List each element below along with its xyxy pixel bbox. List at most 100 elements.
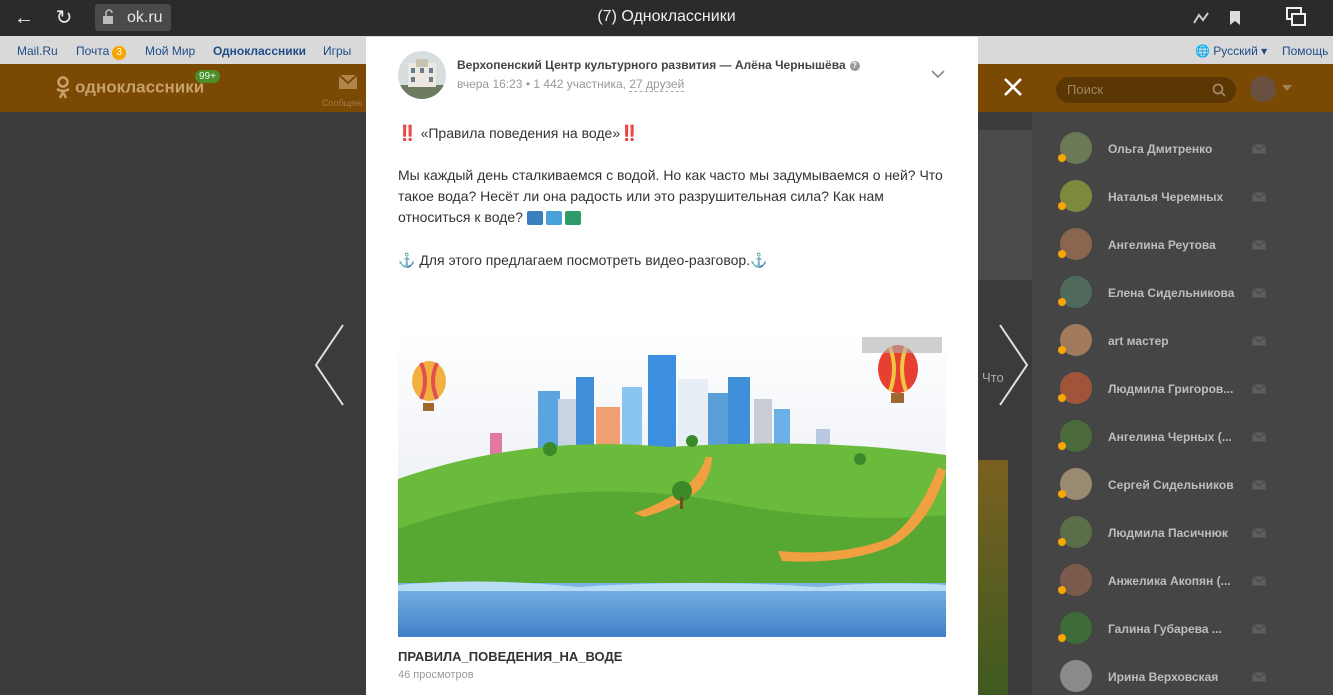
- background-image: [978, 460, 1008, 695]
- link-mail-label: Почта: [76, 44, 110, 58]
- ok-logo-text: одноклассники: [75, 77, 205, 97]
- friend-item[interactable]: Сергей Сидельников: [1032, 454, 1333, 502]
- friend-name: Сергей Сидельников: [1108, 478, 1234, 492]
- headline-text: «Правила поведения на воде»: [420, 125, 621, 141]
- message-icon[interactable]: [1252, 240, 1266, 250]
- message-icon[interactable]: [1252, 624, 1266, 634]
- group-avatar[interactable]: [398, 51, 446, 99]
- close-icon[interactable]: [1000, 74, 1026, 100]
- rowboat-emoji-icon: [526, 211, 543, 226]
- friend-item[interactable]: Галина Губарева ...: [1032, 598, 1333, 646]
- link-games[interactable]: Игры: [323, 44, 351, 58]
- user-menu-caret-icon[interactable]: [1282, 85, 1292, 91]
- friend-item[interactable]: Ольга Дмитренко: [1032, 118, 1333, 166]
- video-views: 46 просмотров: [398, 669, 474, 681]
- prev-post-arrow-icon[interactable]: [310, 322, 350, 408]
- friend-item[interactable]: Елена Сидельникова: [1032, 262, 1333, 310]
- double-exclamation-icon: ‼️: [620, 125, 639, 142]
- tab-title: (7) Одноклассники: [597, 8, 736, 25]
- video-thumbnail[interactable]: [398, 329, 946, 637]
- message-icon[interactable]: [1252, 288, 1266, 298]
- online-indicator: [1058, 346, 1066, 354]
- friend-name: Ангелина Черных (...: [1108, 430, 1232, 444]
- post-headline: ‼️ «Правила поведения на воде»‼️: [398, 123, 958, 144]
- friend-item[interactable]: Людмила Григоров...: [1032, 358, 1333, 406]
- online-indicator: [1058, 634, 1066, 642]
- next-post-arrow-icon[interactable]: [993, 322, 1033, 408]
- friend-name: Наталья Черемных: [1108, 190, 1224, 204]
- friend-name: Людмила Григоров...: [1108, 382, 1234, 396]
- friend-item[interactable]: Ангелина Реутова: [1032, 214, 1333, 262]
- friend-name: Анжелика Акопян (...: [1108, 574, 1231, 588]
- ok-logo[interactable]: одноклассники: [55, 76, 204, 100]
- message-icon[interactable]: [1252, 192, 1266, 202]
- background-card: [978, 130, 1038, 280]
- friends-sidebar: Ольга Дмитренко Наталья Черемных Ангелин…: [1032, 112, 1333, 695]
- friends-link[interactable]: 27 друзей: [629, 77, 685, 92]
- verified-icon: ?: [849, 60, 860, 71]
- message-icon[interactable]: [1252, 144, 1266, 154]
- link-mail[interactable]: Почта 3: [76, 44, 127, 60]
- site-settings-icon[interactable]: [1192, 9, 1210, 27]
- link-mailru[interactable]: Mail.Ru: [17, 44, 58, 58]
- swimmer-emoji-icon: [545, 211, 562, 226]
- message-icon[interactable]: [1252, 480, 1266, 490]
- message-icon[interactable]: [1252, 528, 1266, 538]
- link-moimir[interactable]: Мой Мир: [145, 44, 195, 58]
- message-icon[interactable]: [1252, 576, 1266, 586]
- online-indicator: [1058, 202, 1066, 210]
- paragraph-text: Мы каждый день сталкиваемся с водой. Но …: [398, 167, 943, 225]
- message-icon[interactable]: [1252, 432, 1266, 442]
- friend-item[interactable]: Ирина Верховская: [1032, 646, 1333, 694]
- online-indicator: [1058, 442, 1066, 450]
- friend-name: Людмила Пасичнюк: [1108, 526, 1228, 540]
- messages-nav-label: Сообщения: [322, 98, 362, 108]
- messages-icon[interactable]: [1285, 6, 1307, 28]
- friend-name: Ангелина Реутова: [1108, 238, 1216, 252]
- video-title[interactable]: ПРАВИЛА_ПОВЕДЕНИЯ_НА_ВОДЕ: [398, 649, 622, 664]
- friend-item[interactable]: art мастер: [1032, 310, 1333, 358]
- friend-name: Ольга Дмитренко: [1108, 142, 1213, 156]
- search-input[interactable]: Поиск: [1056, 77, 1236, 103]
- post-time: вчера 16:23: [457, 77, 523, 91]
- anchor-icon: ⚓: [398, 252, 416, 268]
- friend-name: Галина Губарева ...: [1108, 622, 1222, 636]
- online-indicator: [1058, 538, 1066, 546]
- mail-count-badge: 3: [112, 46, 127, 60]
- message-icon[interactable]: [1252, 384, 1266, 394]
- friend-item[interactable]: Ангелина Черных (...: [1032, 406, 1333, 454]
- browser-toolbar: ← ↻ ok.ru (7) Одноклассники: [0, 0, 1333, 36]
- user-avatar[interactable]: [1250, 76, 1276, 102]
- online-indicator: [1058, 490, 1066, 498]
- online-indicator: [1058, 586, 1066, 594]
- language-selector[interactable]: 🌐 Русский ▾: [1195, 44, 1267, 58]
- group-name-text: Верхопенский Центр культурного развития …: [457, 58, 846, 72]
- cta-text: Для этого предлагаем посмотреть видео-ра…: [419, 252, 751, 268]
- notifications-badge: 99+: [195, 70, 220, 83]
- friend-item[interactable]: Анжелика Акопян (...: [1032, 550, 1333, 598]
- participants-count: 1 442 участника: [533, 77, 623, 91]
- message-icon[interactable]: [1252, 672, 1266, 682]
- friend-item[interactable]: Людмила Пасичнюк: [1032, 502, 1333, 550]
- post-paragraph: Мы каждый день сталкиваемся с водой. Но …: [398, 165, 958, 228]
- online-indicator: [1058, 394, 1066, 402]
- surfer-emoji-icon: [564, 211, 581, 226]
- online-indicator: [1058, 298, 1066, 306]
- message-icon[interactable]: [1252, 336, 1266, 346]
- group-name[interactable]: Верхопенский Центр культурного развития …: [457, 58, 860, 72]
- search-placeholder: Поиск: [1067, 82, 1104, 97]
- language-label: Русский: [1213, 44, 1258, 58]
- friend-avatar: [1060, 660, 1092, 692]
- online-indicator: [1058, 154, 1066, 162]
- double-exclamation-icon: ‼️: [398, 125, 417, 142]
- post-call-to-action: ⚓ Для этого предлагаем посмотреть видео-…: [398, 250, 958, 271]
- post-modal: Верхопенский Центр культурного развития …: [366, 37, 978, 695]
- chevron-down-icon[interactable]: [931, 69, 945, 79]
- link-odnoklassniki[interactable]: Одноклассники: [213, 44, 306, 58]
- friend-item[interactable]: Наталья Черемных: [1032, 166, 1333, 214]
- messages-nav-icon[interactable]: [338, 74, 358, 90]
- post-meta: вчера 16:23 • 1 442 участника, 27 друзей: [457, 77, 685, 92]
- bookmark-icon[interactable]: [1226, 9, 1244, 27]
- link-help[interactable]: Помощь: [1282, 44, 1328, 58]
- search-icon: [1212, 83, 1226, 97]
